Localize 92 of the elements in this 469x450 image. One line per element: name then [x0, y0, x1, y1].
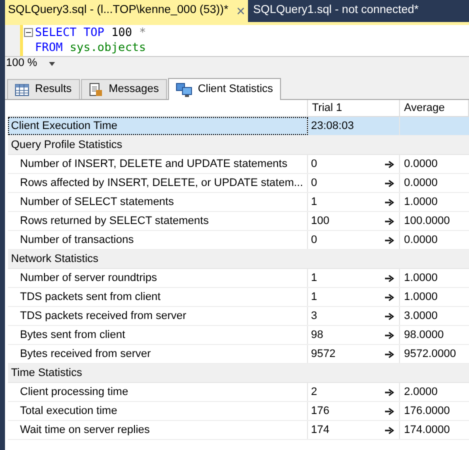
table-cell-text: 0.0000 — [404, 232, 438, 248]
table-cell-text: 100.0000 — [404, 214, 450, 229]
table-row[interactable]: Number of SELECT statements 1 1.0000 — [8, 193, 469, 212]
table-cell-text: 0 — [311, 156, 318, 172]
arrow-icon — [385, 350, 394, 358]
close-button[interactable]: × — [236, 4, 246, 18]
table-cell-text: 2.0000 — [404, 384, 438, 400]
arrow-icon — [385, 388, 394, 396]
table-row[interactable]: Number of transactions 0 0.0000 — [8, 231, 469, 250]
table-cell: Total execution time — [8, 402, 308, 420]
code-token: sys.objects — [70, 40, 146, 55]
table-cell-text: 174.0000 — [404, 422, 450, 438]
table-cell-text: 0.0000 — [404, 176, 438, 191]
table-cell-text: 1.0000 — [404, 270, 438, 286]
result-tab[interactable]: Client Statistics — [168, 78, 282, 100]
document-tab[interactable]: SQLQuery3.sql - (l...TOP\kenne_000 (53))* × — [5, 0, 248, 22]
table-cell-text: 100 — [311, 214, 330, 229]
table-cell-text: 3 — [311, 308, 318, 324]
table-row[interactable]: Number of server roundtrips 1 1.0000 — [8, 269, 469, 288]
table-row[interactable]: Wait time on server replies 174 174.0000 — [8, 421, 469, 440]
table-cell-text: 176 — [311, 404, 330, 419]
zoom-dropdown[interactable]: 100 % — [5, 58, 56, 69]
caret-icon — [49, 62, 56, 66]
table-cell-text: 98.0000 — [404, 328, 444, 343]
table-cell-text: 23:08:03 — [311, 118, 354, 134]
table-cell: Rows returned by SELECT statements — [8, 212, 308, 230]
arrow-icon — [385, 426, 394, 434]
monitors-icon — [176, 82, 192, 96]
table-cell-text: 1.0000 — [404, 290, 438, 305]
table-cell: TDS packets sent from client — [8, 288, 308, 306]
table-cell-text: 0 — [311, 176, 318, 191]
table-cell-text: 98 — [311, 328, 324, 343]
table-cell-text: 3.0000 — [404, 308, 438, 324]
code-token: SELECT — [35, 25, 77, 40]
table-row[interactable]: Number of INSERT, DELETE and UPDATE statements 0 0.0000 — [8, 155, 469, 174]
collapse-icon[interactable] — [24, 28, 33, 37]
table-row[interactable]: TDS packets received from server 3 3.0000 — [8, 307, 469, 326]
table-cell-text: 1 — [311, 290, 318, 305]
table-row[interactable]: Client Execution Time 23:08:03 — [8, 117, 469, 136]
table-cell: Number of transactions — [8, 231, 308, 249]
arrow-icon — [385, 160, 394, 168]
document-icon — [88, 82, 103, 96]
table-cell: TDS packets received from server — [8, 307, 308, 325]
table-cell: Client processing time — [8, 383, 308, 401]
code-token: * — [139, 25, 146, 40]
code-editor[interactable]: SELECT TOP 100 * FROM sys.objects — [5, 25, 469, 56]
table-cell-text: 9572 — [311, 346, 336, 362]
arrow-icon — [385, 332, 394, 338]
table-cell: Bytes sent from client — [8, 326, 308, 344]
result-tab[interactable]: Results — [7, 79, 80, 99]
section-row: Query Profile Statistics — [8, 136, 469, 155]
column-header: Trial 1 — [308, 100, 400, 116]
document-tab[interactable]: SQLQuery1.sql - not connected* — [248, 0, 424, 22]
table-cell: Number of server roundtrips — [8, 269, 308, 287]
section-row: Time Statistics — [8, 364, 469, 383]
table-cell: Wait time on server replies — [8, 421, 308, 439]
table-row[interactable]: TDS packets sent from client 1 1.0000 — [8, 288, 469, 307]
table-cell-text: 2 — [311, 384, 318, 400]
table-cell-text: 1.0000 — [404, 194, 438, 210]
table-cell-text: 176.0000 — [404, 404, 450, 419]
table-cell-text: 1 — [311, 270, 318, 286]
table-cell: Bytes received from server — [8, 345, 308, 363]
result-tab[interactable]: Messages — [80, 79, 167, 99]
code-token: 100 — [111, 25, 132, 40]
table-cell: Rows affected by INSERT, DELETE, or UPDATE statem... — [8, 174, 308, 192]
table-cell-text: 174 — [311, 422, 330, 438]
grid-icon — [15, 84, 29, 96]
table-cell: Number of SELECT statements — [8, 193, 308, 211]
code-token: TOP — [84, 25, 104, 40]
arrow-icon — [385, 236, 394, 244]
column-header: Average — [400, 100, 469, 116]
arrow-icon — [385, 294, 394, 300]
arrow-icon — [385, 218, 394, 224]
table-cell-text: 9572.0000 — [404, 346, 456, 362]
table-cell: Client Execution Time — [8, 117, 308, 135]
arrow-icon — [385, 180, 394, 186]
arrow-icon — [385, 312, 394, 320]
table-cell: Number of INSERT, DELETE and UPDATE statements — [8, 155, 308, 173]
table-cell-text: 1 — [311, 194, 318, 210]
section-row: Network Statistics — [8, 250, 469, 269]
table-row[interactable]: Rows affected by INSERT, DELETE, or UPDATE statem... 0 0.0000 — [8, 174, 469, 193]
arrow-icon — [385, 408, 394, 414]
table-row[interactable]: Bytes sent from client 98 98.0000 — [8, 326, 469, 345]
arrow-icon — [385, 274, 394, 282]
table-cell-text: 0 — [311, 232, 318, 248]
code-token: FROM — [35, 40, 63, 55]
arrow-icon — [385, 198, 394, 206]
table-row[interactable]: Bytes received from server 9572 9572.0000 — [8, 345, 469, 364]
table-row[interactable]: Total execution time 176 176.0000 — [8, 402, 469, 421]
table-row[interactable]: Rows returned by SELECT statements 100 100.0000 — [8, 212, 469, 231]
table-row[interactable]: Client processing time 2 2.0000 — [8, 383, 469, 402]
table-cell-text: 0.0000 — [404, 156, 438, 172]
